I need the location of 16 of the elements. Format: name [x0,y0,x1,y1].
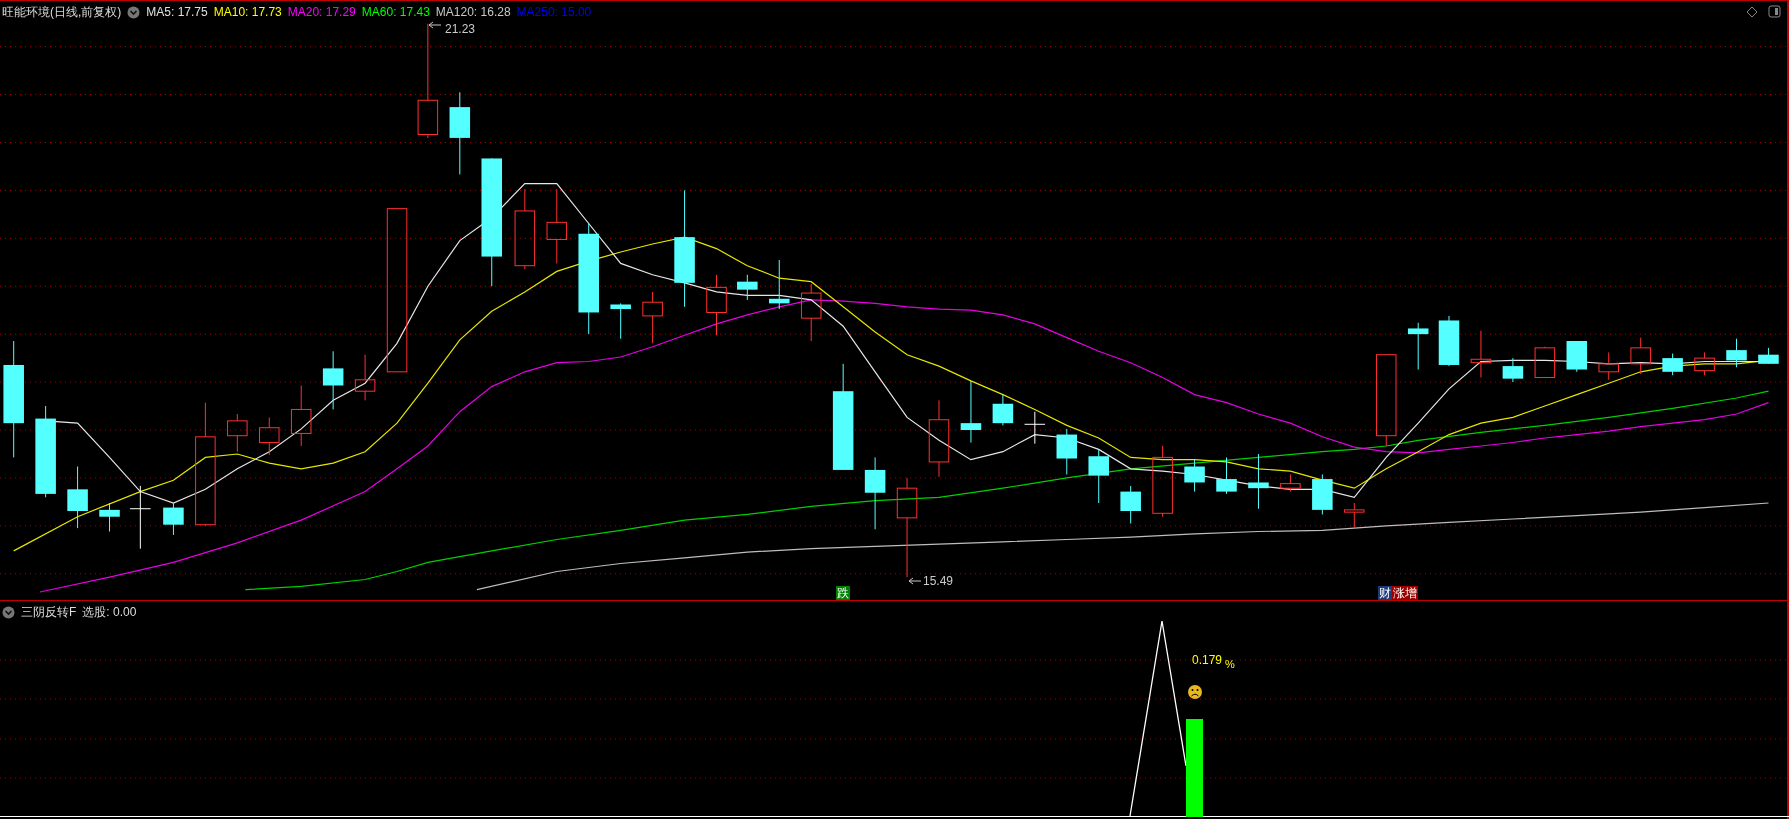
moving-average-label: MA120: 16.28 [435,4,511,21]
signal-tag: 涨增 [1392,586,1418,600]
value-label: 0.179 [1192,653,1223,667]
high-price-label: 21.23 [445,22,476,36]
moving-average-label: MA5: 17.75 [146,4,208,21]
moving-average-label: MA10: 17.73 [213,4,282,21]
stock-title: 旺能环境(日线,前复权) [2,4,122,21]
indicator-reading: 选股: 0.00 [82,604,137,621]
signal-tag: 跌 [836,586,850,600]
moving-average-label: MA250: 15.00 [516,4,592,21]
moving-average-label: MA60: 17.43 [361,4,430,21]
signal-tag: 财 [1378,586,1392,600]
low-price-label: 15.49 [923,574,954,588]
indicator-name: 三阴反转F [21,604,77,621]
percent-label: % [1225,658,1235,670]
moving-average-label: MA20: 17.29 [287,4,356,21]
